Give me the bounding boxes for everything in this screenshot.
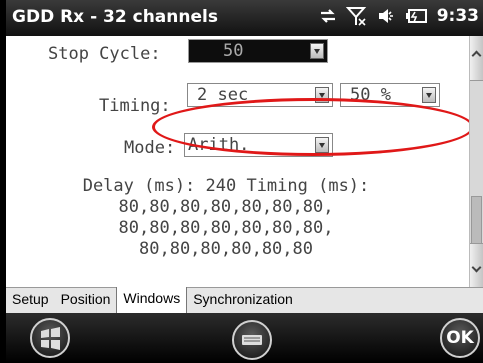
stop-cycle-dropdown[interactable]: 50 xyxy=(188,39,328,63)
start-button[interactable] xyxy=(30,318,70,358)
tab-setup[interactable]: Setup xyxy=(6,288,55,312)
chevron-down-icon[interactable] xyxy=(310,43,324,59)
connectivity-icon[interactable] xyxy=(319,8,337,24)
settings-panel: Stop Cycle: 50 Timing: 2 sec 50 % Mode: … xyxy=(6,36,474,287)
tab-bar: Setup Position Windows Synchronization xyxy=(6,287,483,313)
mode-label: Mode: xyxy=(124,138,176,158)
battery-icon[interactable] xyxy=(405,8,428,24)
highlight-annotation xyxy=(152,98,474,156)
app-title: GDD Rx - 32 channels xyxy=(12,7,218,27)
info-line: Delay (ms): 240 Timing (ms): xyxy=(82,176,370,196)
tab-windows[interactable]: Windows xyxy=(116,287,188,313)
device-frame: GDD Rx - 32 channels 9:33 Stop Cycle: 50… xyxy=(0,0,483,363)
no-signal-icon[interactable] xyxy=(345,6,368,26)
scroll-down-button[interactable] xyxy=(470,243,483,288)
info-line: 80,80,80,80,80,80,80, xyxy=(118,197,334,217)
stop-cycle-value: 50 xyxy=(223,41,244,61)
tab-bar-filler xyxy=(299,288,483,313)
tab-position[interactable]: Position xyxy=(55,288,117,312)
chevron-down-icon[interactable] xyxy=(422,87,436,103)
scroll-up-button[interactable] xyxy=(470,36,483,81)
keyboard-button[interactable] xyxy=(232,320,272,360)
scroll-thumb[interactable] xyxy=(471,196,482,244)
volume-icon[interactable] xyxy=(377,7,397,25)
status-clock: 9:33 xyxy=(436,6,479,26)
delay-timing-info: Delay (ms): 240 Timing (ms): 80,80,80,80… xyxy=(66,176,386,260)
status-icons: 9:33 xyxy=(319,6,479,26)
keyboard-icon xyxy=(242,335,262,345)
softkey-bar: OK xyxy=(6,313,483,363)
timing-label: Timing: xyxy=(99,96,171,116)
tab-synchronization[interactable]: Synchronization xyxy=(187,288,299,312)
stop-cycle-label: Stop Cycle: xyxy=(48,44,161,64)
vertical-scrollbar[interactable] xyxy=(469,36,483,288)
info-line: 80,80,80,80,80,80 xyxy=(139,239,313,259)
status-bar: GDD Rx - 32 channels 9:33 xyxy=(6,0,483,36)
windows-flag-icon xyxy=(41,327,60,350)
ok-button[interactable]: OK xyxy=(440,318,480,358)
info-line: 80,80,80,80,80,80,80, xyxy=(118,218,334,238)
